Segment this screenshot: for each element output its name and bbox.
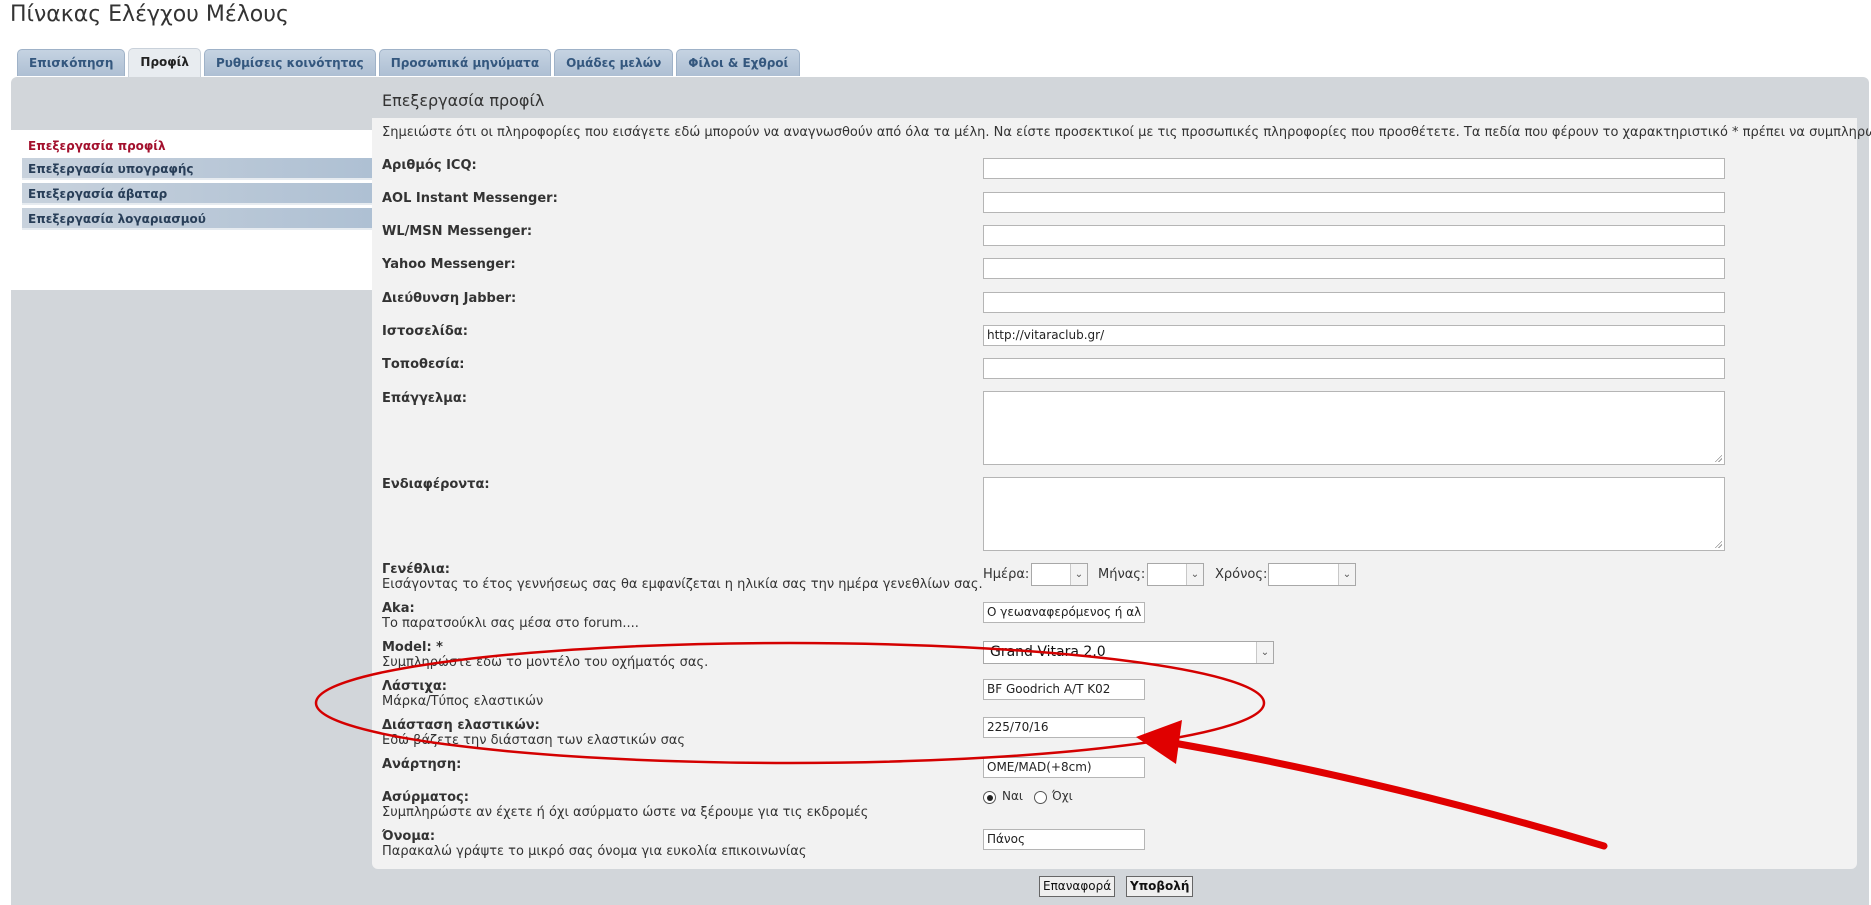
radio-yes-option[interactable] — [983, 791, 996, 804]
location-label: Τοποθεσία: — [382, 357, 465, 372]
radio-yes-label: Ναι — [1002, 789, 1023, 803]
chevron-down-icon: ⌄ — [1070, 564, 1087, 585]
interests-label: Ενδιαφέροντα: — [382, 477, 490, 492]
resize-grip-icon[interactable] — [1714, 540, 1722, 548]
interests-textarea[interactable] — [983, 477, 1725, 551]
radio-label: Ασύρματος: Συμπληρώστε αν έχετε ή όχι ασ… — [382, 790, 869, 820]
suspension-input[interactable]: OME/MAD(+8cm) — [983, 757, 1145, 778]
birthday-label: Γενέθλια: Εισάγοντας το έτος γεννήσεως σ… — [382, 562, 983, 592]
tab-bar: Επισκόπηση Προφίλ Ρυθμίσεις κοινότητας Π… — [17, 48, 803, 77]
submit-button[interactable]: Υποβολή — [1126, 876, 1194, 897]
content-title: Επεξεργασία προφίλ — [382, 91, 545, 110]
tyre-size-label: Διάσταση ελαστικών: Εδώ βάζετε την διάστ… — [382, 718, 686, 748]
tab-friends-foes[interactable]: Φίλοι & Εχθροί — [676, 49, 801, 76]
birthday-day-label: Ημέρα: — [983, 567, 1030, 582]
birthday-year-select[interactable]: ⌄ — [1268, 563, 1356, 586]
msn-label: WL/MSN Messenger: — [382, 224, 533, 239]
tab-profile[interactable]: Προφίλ — [128, 48, 201, 77]
suspension-label: Ανάρτηση: — [382, 757, 462, 772]
chevron-down-icon: ⌄ — [1338, 564, 1355, 585]
occupation-textarea[interactable] — [983, 391, 1725, 465]
resize-grip-icon[interactable] — [1714, 454, 1722, 462]
sidebar-item-edit-account[interactable]: Επεξεργασία λογαριασμού — [22, 208, 372, 230]
msn-input[interactable] — [983, 225, 1725, 246]
yahoo-input[interactable] — [983, 258, 1725, 279]
website-label: Ιστοσελίδα: — [382, 324, 468, 339]
model-select[interactable]: Grand Vitara 2.0 ⌄ — [983, 641, 1274, 664]
tyre-size-input[interactable]: 225/70/16 — [983, 717, 1145, 738]
name-input[interactable]: Πάνος — [983, 829, 1145, 850]
chevron-down-icon: ⌄ — [1256, 642, 1273, 663]
tab-community-settings[interactable]: Ρυθμίσεις κοινότητας — [203, 49, 376, 76]
aol-label: AOL Instant Messenger: — [382, 191, 558, 206]
radio-no-option[interactable] — [1034, 791, 1047, 804]
radio-no-label: Όχι — [1052, 789, 1073, 803]
tab-overview[interactable]: Επισκόπηση — [17, 49, 126, 76]
reset-button[interactable]: Επαναφορά — [1039, 876, 1116, 897]
tab-private-messages[interactable]: Προσωπικά μηνύματα — [378, 49, 552, 76]
aka-input[interactable]: Ο γεωαναφερόμενος ή αλ — [983, 602, 1145, 623]
yahoo-label: Yahoo Messenger: — [382, 257, 516, 272]
model-label: Model: * Συμπληρώστε εδώ το μοντέλο του … — [382, 640, 709, 670]
jabber-input[interactable] — [983, 292, 1725, 313]
page-title: Πίνακας Ελέγχου Μέλους — [10, 2, 289, 27]
notice-text: Σημειώστε ότι οι πληροφορίες που εισάγετ… — [382, 125, 1871, 140]
birthday-month-select[interactable]: ⌄ — [1147, 563, 1204, 586]
birthday-year-label: Χρόνος: — [1215, 567, 1268, 582]
chevron-down-icon: ⌄ — [1186, 564, 1203, 585]
website-input[interactable]: http://vitaraclub.gr/ — [983, 325, 1725, 346]
tab-usergroups[interactable]: Ομάδες μελών — [554, 49, 674, 76]
occupation-label: Επάγγελμα: — [382, 391, 467, 406]
location-input[interactable] — [983, 358, 1725, 379]
birthday-month-label: Μήνας: — [1098, 567, 1146, 582]
sidebar-item-edit-signature[interactable]: Επεξεργασία υπογραφής — [22, 158, 372, 180]
aka-label: Aka: Το παρατσούκλι σας μέσα στο forum..… — [382, 601, 639, 631]
aol-input[interactable] — [983, 192, 1725, 213]
icq-label: Αριθμός ICQ: — [382, 158, 477, 173]
sidebar-item-edit-profile[interactable]: Επεξεργασία προφίλ — [22, 135, 372, 157]
tyres-input[interactable]: BF Goodrich A/T K02 — [983, 679, 1145, 700]
icq-input[interactable] — [983, 158, 1725, 179]
tyres-label: Λάστιχα: Μάρκα/Τύπος ελαστικών — [382, 679, 544, 709]
jabber-label: Διεύθυνση Jabber: — [382, 291, 517, 306]
name-label: Όνομα: Παρακαλώ γράψτε το μικρό σας όνομ… — [382, 829, 807, 859]
sidebar-item-edit-avatar[interactable]: Επεξεργασία άβαταρ — [22, 183, 372, 205]
birthday-day-select[interactable]: ⌄ — [1031, 563, 1088, 586]
